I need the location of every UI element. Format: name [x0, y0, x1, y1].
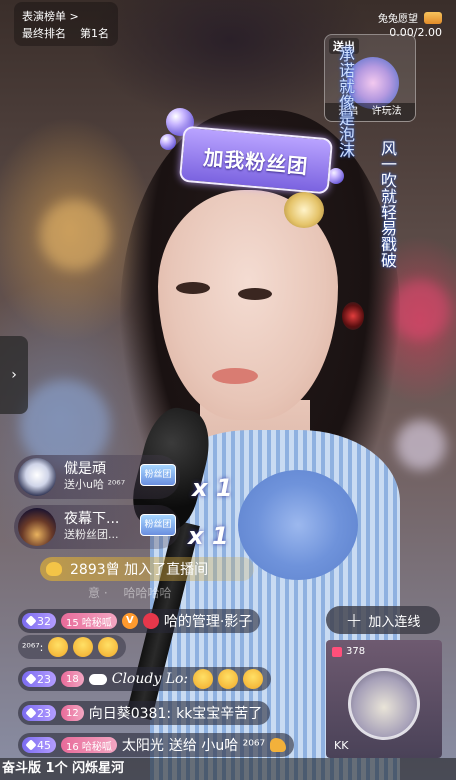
bokeh-light [40, 200, 110, 270]
user-level-badge: 23 [22, 705, 56, 721]
wish-title: 兔兔愿望 [378, 14, 418, 25]
user-level-badge: 23 [22, 671, 56, 687]
chat-message[interactable]: 23 12 向日葵0381: kk宝宝辛苦了 [18, 701, 271, 725]
rank-title: 表演榜单 > [22, 10, 79, 23]
lyric-line-1: 承诺就像是泡沫 [336, 46, 355, 158]
admin-icon [142, 613, 159, 629]
co-host-viewers: 378 [332, 646, 365, 657]
crying-emoji-icon [218, 669, 239, 689]
performance-rank-panel[interactable]: 表演榜单 > 最终排名 第1名 [14, 2, 118, 46]
entry-text: 2893曾 加入了直播间 [70, 562, 209, 578]
co-host-video-window[interactable]: 378 KK [326, 640, 442, 758]
chat-username: 向日葵0381: [88, 706, 172, 722]
gem-icon [25, 673, 37, 685]
gift-description: 送粉丝团... [64, 528, 119, 541]
join-co-host-button[interactable]: + 加入连线 [326, 606, 440, 634]
user-level-badge: 32 [22, 613, 56, 629]
expand-side-panel-button[interactable]: › [0, 336, 28, 414]
crying-emoji-icon [243, 669, 264, 689]
chat-message[interactable]: 32 15 哈秘呱 V 哈的管理·影子 [18, 609, 261, 633]
gem-icon [25, 615, 37, 627]
disco-ball-icon [160, 134, 176, 150]
hair-clip [284, 192, 324, 228]
chat-content: kk宝宝辛苦了 [176, 706, 263, 722]
chat-message[interactable]: ²⁰⁶⁷: [18, 635, 127, 659]
chat-username: 太阳光 [121, 738, 164, 754]
fan-club-gift-icon: 粉丝团 [140, 514, 176, 536]
user-avatar [18, 508, 56, 546]
streamer-eye [238, 288, 272, 300]
gift-combo-count: x 1 [192, 474, 233, 502]
crying-emoji-icon [193, 669, 214, 689]
user-level-badge: 45 [22, 737, 56, 753]
chat-prefix: ²⁰⁶⁷: [22, 640, 44, 654]
gift-combo-count: x 1 [188, 522, 229, 550]
bottom-gift-ticker: 奋斗版 1个 闪烁星河 [0, 758, 456, 780]
chevron-right-icon: › [11, 367, 17, 383]
crying-emoji-icon [73, 637, 94, 657]
co-host-viewer-count: 378 [346, 646, 366, 657]
wish-header[interactable]: 兔兔愿望 [378, 10, 442, 25]
viewer-entry-banner: 2893曾 加入了直播间 [40, 557, 254, 581]
co-host-name: KK [334, 739, 349, 752]
crying-emoji-icon [98, 637, 119, 657]
fan-level-badge: 15 哈秘呱 [61, 613, 117, 629]
fading-chat-line: 意 · 哈哈哈哈 [40, 586, 172, 600]
rank-final-label: 最终排名 [22, 27, 66, 40]
vip-icon: V [121, 613, 138, 629]
rank-position: 第1名 [80, 27, 109, 40]
chat-username: 哈的管理·影子 [163, 614, 253, 630]
streamer-eye [176, 282, 210, 294]
gift-sender-name: 僦是頑 [64, 461, 106, 477]
muscle-emoji-icon [270, 738, 287, 752]
chat-message[interactable]: 45 16 哈秘呱 太阳光 送给 小u哈 ²⁰⁶⁷ [18, 733, 295, 757]
plus-icon: + [345, 608, 363, 632]
gem-icon [25, 739, 37, 751]
cloud-icon [88, 673, 107, 685]
co-host-avatar [348, 668, 420, 740]
bokeh-light [396, 420, 446, 470]
gift-description: 送小u哈 ²⁰⁶⁷ [64, 478, 126, 491]
user-avatar [18, 458, 56, 496]
viewers-icon [332, 646, 342, 657]
fan-level-badge: 16 哈秘呱 [61, 737, 117, 753]
crying-emoji-icon [48, 637, 69, 657]
earpiece [342, 302, 364, 330]
gem-icon [25, 707, 37, 719]
chat-message[interactable]: 23 18 Cloudy Lo: [18, 667, 272, 691]
chat-content: 送给 小u哈 ²⁰⁶⁷ [168, 738, 266, 754]
fan-level-badge: 18 [61, 671, 84, 687]
fan-club-gift-icon: 粉丝团 [140, 464, 176, 486]
dress-rose [238, 470, 358, 580]
fan-level-badge: 12 [61, 705, 84, 721]
chat-username: Cloudy Lo: [111, 671, 189, 687]
join-button-label: 加入连线 [368, 614, 421, 630]
lyric-line-2: 风一吹就轻易戳破 [378, 140, 397, 268]
heart-icon [46, 562, 62, 576]
gift-icon [424, 11, 442, 24]
disco-ball-icon [328, 168, 344, 184]
gift-sender-name: 夜幕下... [64, 511, 120, 527]
streamer-lips [212, 368, 258, 384]
